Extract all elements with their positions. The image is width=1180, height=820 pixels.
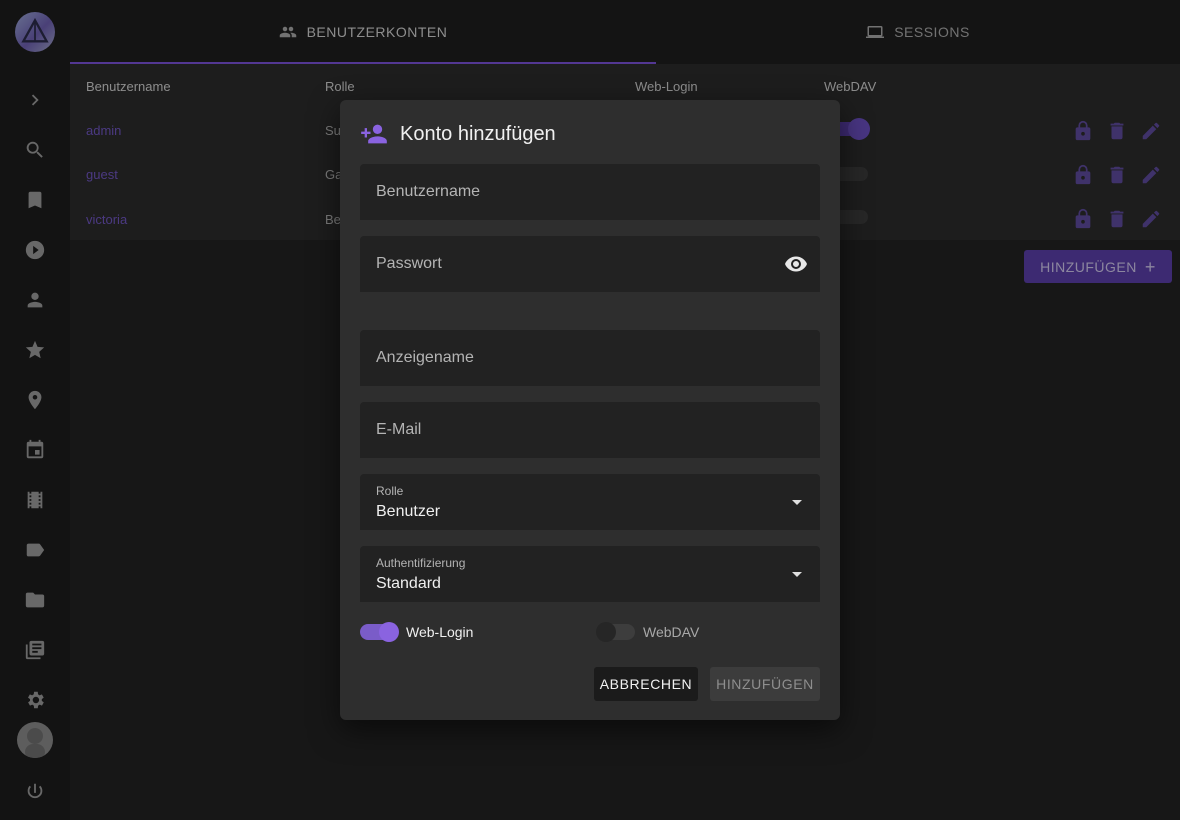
- email-field[interactable]: E-Mail: [360, 402, 820, 458]
- dialog-title-text: Konto hinzufügen: [400, 122, 556, 145]
- web-login-switch-knob: [379, 622, 399, 642]
- password-placeholder: Passwort: [376, 255, 442, 272]
- role-label: Rolle: [376, 484, 404, 498]
- email-placeholder: E-Mail: [376, 421, 422, 438]
- username-field[interactable]: Benutzername: [360, 164, 820, 220]
- display-name-field[interactable]: Anzeigename: [360, 330, 820, 386]
- auth-value: Standard: [376, 575, 441, 592]
- auth-select[interactable]: Authentifizierung Standard: [360, 546, 820, 602]
- webdav-switch[interactable]: WebDAV: [596, 622, 700, 642]
- password-field[interactable]: Passwort: [360, 236, 820, 292]
- auth-label: Authentifizierung: [376, 556, 466, 570]
- web-login-switch-track[interactable]: [360, 622, 399, 642]
- webdav-switch-knob: [596, 622, 616, 642]
- webdav-label: WebDAV: [643, 624, 700, 640]
- add-account-dialog: Konto hinzufügen Benutzername Passwort A…: [340, 100, 840, 720]
- username-placeholder: Benutzername: [376, 183, 481, 200]
- role-select[interactable]: Rolle Benutzer: [360, 474, 820, 530]
- role-value: Benutzer: [376, 503, 441, 520]
- eye-icon[interactable]: [784, 252, 808, 276]
- web-login-switch[interactable]: Web-Login: [360, 622, 474, 642]
- dialog-title: Konto hinzufügen: [360, 120, 556, 148]
- confirm-add-button[interactable]: HINZUFÜGEN: [710, 667, 820, 701]
- web-login-label: Web-Login: [406, 624, 474, 640]
- cancel-button[interactable]: ABBRECHEN: [594, 667, 698, 701]
- display-name-placeholder: Anzeigename: [376, 349, 474, 366]
- person-add-icon: [361, 124, 387, 144]
- dropdown-arrow-icon: [792, 572, 802, 577]
- webdav-switch-track[interactable]: [596, 622, 635, 642]
- dropdown-arrow-icon: [792, 500, 802, 505]
